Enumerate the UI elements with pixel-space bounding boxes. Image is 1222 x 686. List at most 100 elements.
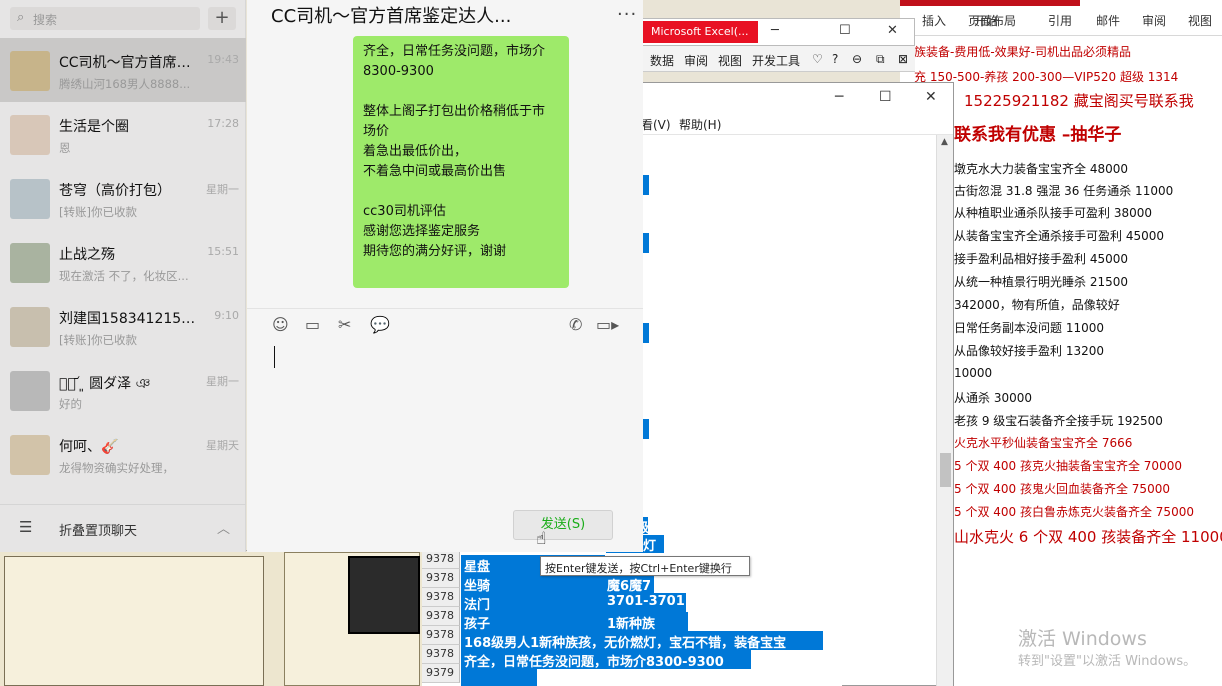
message-line: 整体上阁子打包出价格稍低于市 bbox=[363, 104, 546, 119]
message-line: 感谢您选择鉴定服务 bbox=[363, 224, 481, 239]
word-line: 5 个双 400 孩白鲁赤炼克火装备齐全 75000 bbox=[954, 505, 1194, 519]
word-line: 接手盈利品相好接手盈利 45000 bbox=[954, 252, 1128, 266]
chat-preview: 恩 bbox=[59, 141, 71, 155]
activate-windows-watermark: 激活 Windows bbox=[1018, 628, 1147, 650]
close-icon[interactable]: ✕ bbox=[925, 89, 937, 105]
word-line: 10000 bbox=[954, 366, 993, 380]
search-input[interactable]: ⌕ 搜索 bbox=[10, 7, 200, 30]
sheet-cell[interactable]: 孩子 bbox=[461, 612, 605, 632]
text-input-caret[interactable] bbox=[274, 346, 275, 368]
excel-window-title[interactable]: Microsoft Excel(... bbox=[643, 21, 758, 43]
excel-ribbon-menu: 数据 审阅 视图 开发工具 ♡ ? ⊖ ⧉ ⊠ bbox=[640, 46, 915, 72]
minimize-icon[interactable]: ─ bbox=[771, 23, 779, 38]
chat-name: CC司机～官方首席鉴... bbox=[59, 55, 197, 71]
scrollbar-thumb[interactable] bbox=[940, 453, 951, 487]
chat-time: 星期一 bbox=[206, 375, 239, 388]
row-number[interactable]: 9378 bbox=[422, 645, 460, 664]
chat-list-item[interactable]: 止战之殇 15:51 现在激活 不了，化妆区... bbox=[0, 230, 246, 294]
chat-time: 19:43 bbox=[207, 53, 239, 66]
chat-bubble-icon[interactable]: 💬 bbox=[370, 315, 390, 334]
chat-panel: CC司机～官方首席鉴定达人... ··· 齐全，日常任务没问题，市场介 8300… bbox=[247, 0, 643, 552]
scissors-icon[interactable]: ✂ bbox=[338, 315, 351, 334]
row-number[interactable]: 9379 bbox=[422, 664, 460, 683]
menu-icon: ☰ bbox=[19, 518, 33, 536]
chat-list-item[interactable]: ঞ͙ ᷄ ͈ 圆ダ泽 ঞ 星期一 好的 bbox=[0, 358, 246, 422]
chat-name: 止战之殇 bbox=[59, 247, 115, 263]
chat-list-item[interactable]: 苍穹（高价打包） 星期一 [转账]你已收款 bbox=[0, 166, 246, 230]
excel-menu-item[interactable]: 审阅 bbox=[684, 52, 708, 69]
chat-list-item[interactable]: 生活是个圈 17:28 恩 bbox=[0, 102, 246, 166]
word-line: 342000，物有所值，品像较好 bbox=[954, 298, 1120, 312]
chat-preview: 现在激活 不了，化妆区... bbox=[59, 269, 189, 283]
word-tab[interactable]: 插入 bbox=[922, 12, 946, 29]
sheet-cell[interactable]: 魔6魔7 bbox=[604, 574, 654, 594]
row-number[interactable]: 9378 bbox=[422, 569, 460, 588]
minimize-icon[interactable]: ─ bbox=[835, 89, 843, 105]
message-line: 齐全，日常任务没问题，市场介 bbox=[363, 44, 546, 59]
phone-icon[interactable]: ✆ bbox=[569, 315, 582, 334]
sheet-cell[interactable]: 齐全，日常任务没问题，市场介8300-9300 bbox=[461, 650, 751, 670]
maximize-icon[interactable]: ☐ bbox=[879, 89, 892, 105]
close-icon[interactable]: ✕ bbox=[887, 23, 898, 38]
emoji-icon[interactable]: ☺ bbox=[272, 315, 289, 334]
chat-name: ঞ͙ ᷄ ͈ 圆ダ泽 ঞ bbox=[59, 376, 151, 392]
word-tab[interactable]: 引用 bbox=[1048, 12, 1072, 29]
more-options-button[interactable]: ··· bbox=[617, 4, 637, 25]
fold-pinned-chats[interactable]: ☰ 折叠置顶聊天 ︿ bbox=[0, 504, 246, 552]
message-line: 着急出最低价出， bbox=[363, 144, 468, 159]
chat-list-item[interactable]: 何呵、🎸 星期天 龙得物资确实好处理， bbox=[0, 422, 246, 486]
word-ribbon-tabs: 开始 插入 页面布局 引用 邮件 审阅 视图 bbox=[900, 8, 1222, 36]
selection-mark bbox=[643, 419, 649, 439]
message-bubble[interactable]: 齐全，日常任务没问题，市场介 8300-9300 整体上阁子打包出价格稍低于市 … bbox=[353, 36, 569, 288]
close-icon[interactable]: ⊠ bbox=[898, 52, 908, 66]
word-tab[interactable]: 邮件 bbox=[1096, 12, 1120, 29]
row-number[interactable]: 9378 bbox=[422, 626, 460, 645]
chat-preview: 龙得物资确实好处理， bbox=[59, 461, 174, 475]
chat-title: CC司机～官方首席鉴定达人... bbox=[271, 6, 512, 27]
word-line: 从装备宝宝齐全通杀接手可盈利 45000 bbox=[954, 229, 1164, 243]
send-button[interactable]: 发送(S) bbox=[513, 510, 613, 540]
folder-icon[interactable]: ▭ bbox=[305, 315, 320, 334]
chat-list-item[interactable]: CC司机～官方首席鉴... 19:43 腾绣山河168男人8888... bbox=[0, 38, 246, 102]
row-number[interactable]: 9378 bbox=[422, 550, 460, 569]
chat-time: 15:51 bbox=[207, 245, 239, 258]
image-frame-dark bbox=[348, 556, 420, 634]
word-tab[interactable]: 视图 bbox=[1188, 12, 1212, 29]
word-line: 日常任务副本没问题 11000 bbox=[954, 321, 1104, 335]
excel-menu-item[interactable]: 视图 bbox=[718, 52, 742, 69]
chevron-up-icon[interactable]: ︿ bbox=[217, 518, 230, 537]
notepad-menu-view[interactable]: 看(V) bbox=[641, 116, 671, 133]
notepad-titlebar: ─ ☐ ✕ bbox=[643, 83, 953, 113]
restore-icon[interactable]: ⧉ bbox=[876, 52, 885, 67]
message-line: cc30司机评估 bbox=[363, 204, 446, 219]
selection-mark bbox=[643, 233, 649, 253]
image-frame bbox=[4, 556, 264, 686]
collapse-icon[interactable]: ⊖ bbox=[852, 52, 862, 66]
sheet-cell[interactable]: 3701-3701 bbox=[604, 593, 686, 612]
question-icon[interactable]: ? bbox=[832, 52, 838, 66]
send-tooltip: 按Enter键发送，按Ctrl+Enter键换行 bbox=[540, 556, 750, 576]
scroll-up-icon[interactable]: ▲ bbox=[941, 137, 948, 147]
word-line: 从通杀 30000 bbox=[954, 391, 1032, 405]
notepad-menu-help[interactable]: 帮助(H) bbox=[679, 116, 721, 133]
sheet-cell[interactable]: 法门 bbox=[461, 593, 605, 613]
chat-list-item[interactable]: 刘建国15834121508... 9:10 [转账]你已收款 bbox=[0, 294, 246, 358]
excel-menu-item[interactable]: 开发工具 bbox=[752, 52, 800, 69]
maximize-icon[interactable]: ☐ bbox=[839, 23, 851, 38]
sheet-cell[interactable] bbox=[461, 669, 537, 686]
chat-preview: [转账]你已收款 bbox=[59, 205, 137, 219]
sheet-cell[interactable]: 1新种族 bbox=[604, 612, 688, 632]
video-icon[interactable]: ▭▸ bbox=[596, 315, 619, 334]
word-line: 火克水平秒仙装备宝宝齐全 7666 bbox=[954, 436, 1133, 450]
word-tab[interactable]: 审阅 bbox=[1142, 12, 1166, 29]
sheet-cell[interactable]: 坐骑 bbox=[461, 574, 605, 594]
word-tab[interactable]: 页面布局 bbox=[968, 12, 1016, 29]
help-icon[interactable]: ♡ bbox=[812, 52, 823, 66]
notepad-scrollbar[interactable]: ▲ bbox=[936, 135, 953, 686]
wechat-sidebar: ⌕ 搜索 + CC司机～官方首席鉴... 19:43 腾绣山河168男人8888..… bbox=[0, 0, 246, 552]
excel-menu-item[interactable]: 数据 bbox=[650, 52, 674, 69]
row-number[interactable]: 9378 bbox=[422, 588, 460, 607]
row-number[interactable]: 9378 bbox=[422, 607, 460, 626]
sheet-cell[interactable]: 168级男人1新种族孩，无价燃灯，宝石不错，装备宝宝 bbox=[461, 631, 823, 651]
add-chat-button[interactable]: + bbox=[208, 7, 236, 30]
